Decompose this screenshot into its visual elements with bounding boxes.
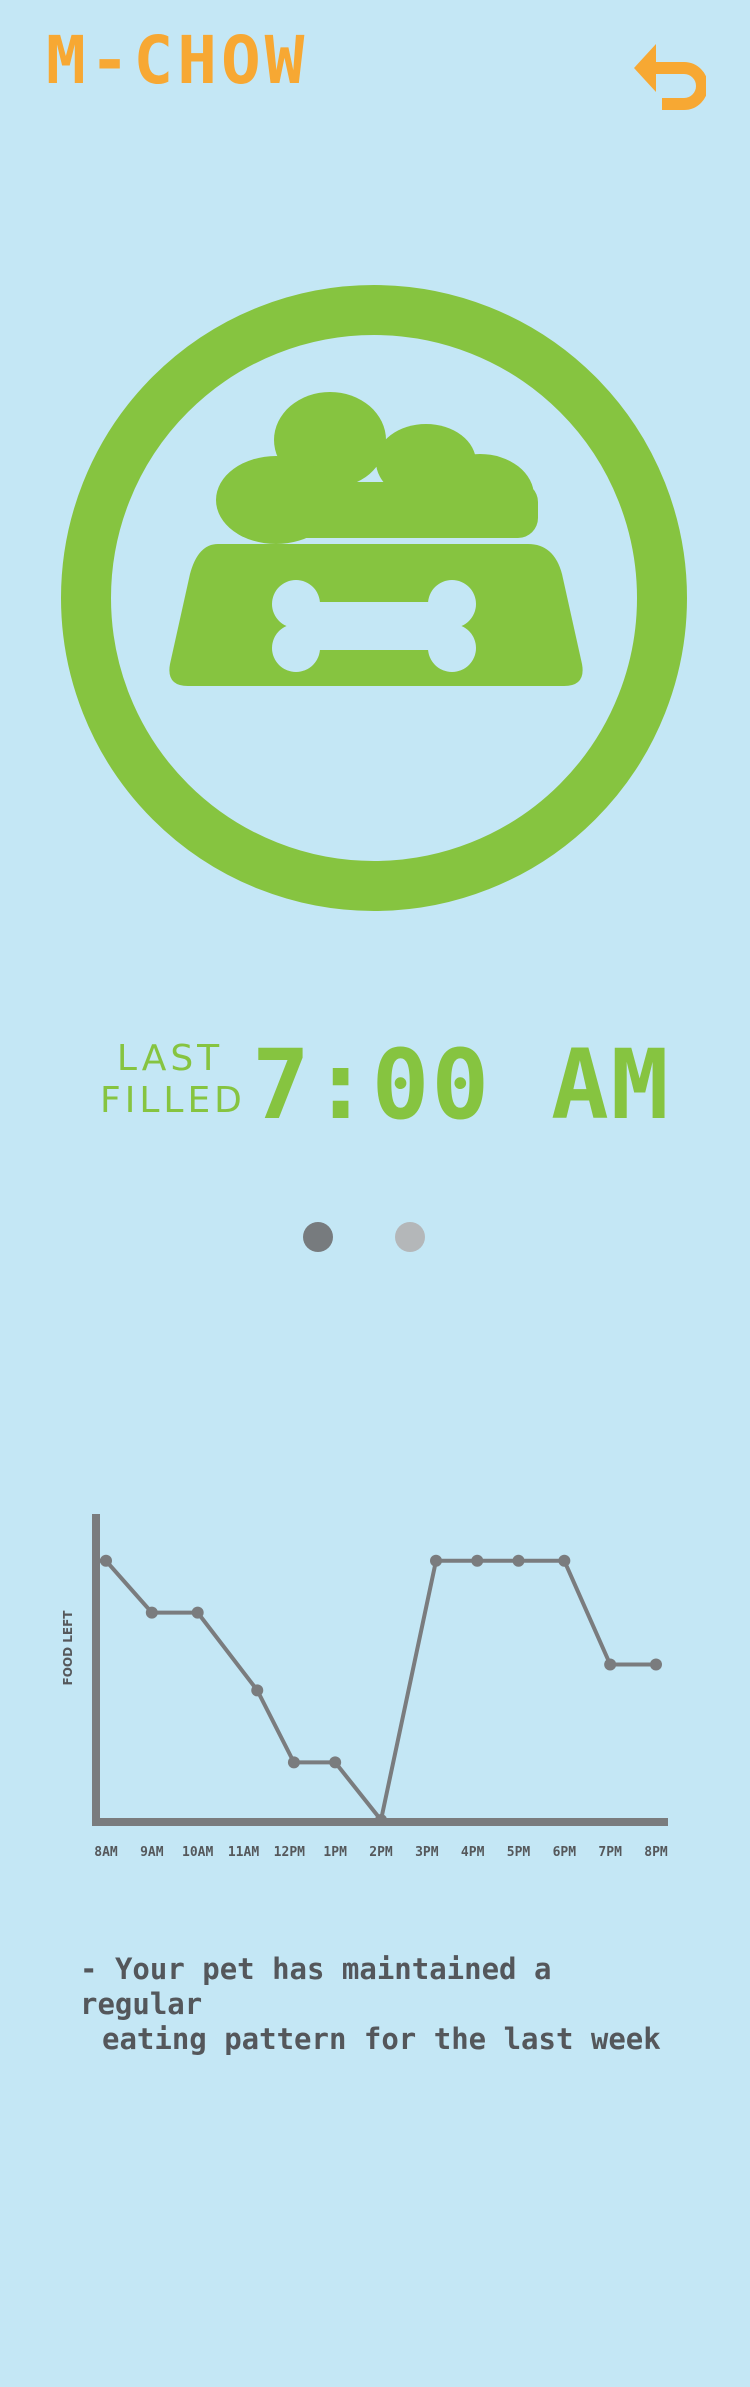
- page-indicator: [0, 1222, 750, 1258]
- series-line: [98, 1558, 656, 1822]
- page-dot-2[interactable]: [395, 1222, 425, 1252]
- x-tick-label-7: 3PM: [415, 1845, 439, 1860]
- data-point-0: [100, 1554, 112, 1567]
- data-point-7: [430, 1554, 442, 1567]
- x-tick-label-12: 8PM: [644, 1845, 668, 1860]
- x-tick-label-0: 8AM: [94, 1845, 118, 1860]
- x-tick-label-9: 5PM: [507, 1845, 531, 1860]
- page-dot-1[interactable]: [303, 1222, 333, 1252]
- data-point-6: [375, 1814, 387, 1826]
- last-filled-section: LAST FILLED 7:00 AM: [0, 1030, 750, 1150]
- data-point-3: [251, 1684, 264, 1697]
- app-header: M-CHOW: [0, 0, 750, 140]
- food-level-chart: FOOD LEFT 8AM 9AM 10AM 11AM 12PM 1PM 2PM 3PM 4PM 5…: [50, 1500, 690, 1880]
- x-tick-label-10: 6PM: [553, 1845, 577, 1860]
- data-point-5: [329, 1756, 342, 1769]
- data-point-9: [512, 1554, 525, 1567]
- data-point-12: [650, 1658, 662, 1671]
- x-tick-label-4: 12PM: [274, 1845, 305, 1860]
- food-bowl-graphic: [58, 282, 690, 914]
- insight-line1: Your pet has maintained a regular: [80, 1952, 552, 2021]
- x-tick-label-11: 7PM: [598, 1845, 622, 1860]
- app-title: M-CHOW: [46, 22, 309, 99]
- data-point-2: [191, 1606, 204, 1619]
- data-point-10: [558, 1554, 571, 1567]
- insight-message: - Your pet has maintained a regular eati…: [80, 1952, 680, 2057]
- last-filled-time: 7:00 AM: [252, 1029, 671, 1141]
- data-point-8: [471, 1554, 484, 1567]
- x-tick-label-6: 2PM: [369, 1845, 393, 1860]
- x-tick-label-1: 9AM: [140, 1845, 164, 1860]
- x-tick-label-2: 10AM: [182, 1845, 213, 1860]
- x-tick-label-8: 4PM: [461, 1845, 485, 1860]
- insight-prefix: -: [80, 1952, 98, 1986]
- data-point-1: [145, 1606, 158, 1619]
- y-axis-label: FOOD LEFT: [61, 1610, 75, 1686]
- back-button[interactable]: [626, 28, 708, 118]
- last-filled-label-line2: FILLED: [100, 1080, 246, 1121]
- x-tick-label-3: 11AM: [228, 1845, 259, 1860]
- insight-line2: eating pattern for the last week: [102, 2022, 661, 2056]
- last-filled-label: LAST FILLED: [100, 1038, 246, 1122]
- data-point-4: [287, 1756, 300, 1769]
- undo-arrow-icon: [634, 44, 708, 110]
- data-point-11: [604, 1658, 617, 1671]
- last-filled-label-line1: LAST: [116, 1038, 224, 1079]
- x-tick-label-5: 1PM: [323, 1845, 347, 1860]
